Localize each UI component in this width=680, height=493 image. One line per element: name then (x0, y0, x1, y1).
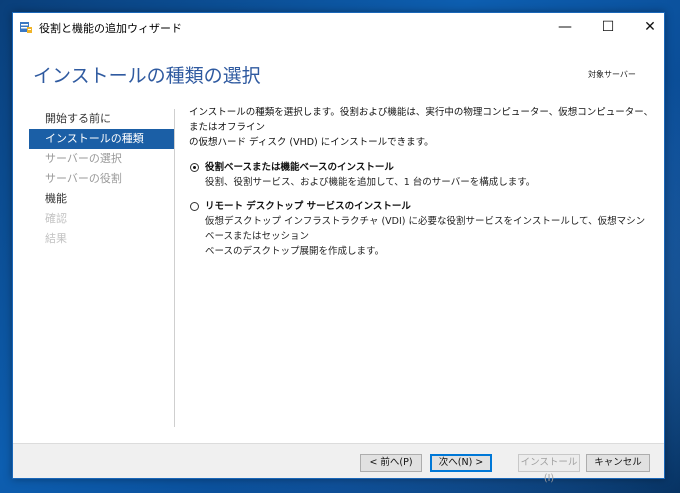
remote-desktop-radio[interactable] (190, 202, 199, 211)
cancel-button[interactable]: キャンセル (586, 454, 650, 472)
button-bar: < 前へ(P) 次へ(N) > インストール(I) キャンセル (13, 443, 664, 484)
intro-line: の仮想ハード ディスク (VHD) にインストールできます。 (189, 137, 434, 148)
nav-item-features[interactable]: 機能 (29, 189, 174, 209)
nav-item-confirmation: 確認 (45, 212, 67, 225)
role-based-radio[interactable] (190, 163, 199, 172)
wizard-window: 役割と機能の追加ウィザード — ☐ ✕ インストールの種類の選択 対象サーバー … (12, 12, 665, 484)
nav-divider (174, 109, 175, 427)
install-button: インストール(I) (518, 454, 580, 484)
nav-item-results: 結果 (45, 232, 67, 245)
target-server-label: 対象サーバー (588, 70, 636, 79)
nav-item-server-roles: サーバーの役割 (45, 172, 122, 185)
minimize-button[interactable]: — (548, 13, 582, 41)
title-bar[interactable]: 役割と機能の追加ウィザード — ☐ ✕ (13, 13, 664, 41)
option-description: 仮想デスクトップ インフラストラクチャ (VDI) に必要な役割サービスをインス… (205, 216, 646, 242)
page-title: インストールの種類の選択 (33, 65, 261, 87)
window-title: 役割と機能の追加ウィザード (39, 22, 182, 35)
wizard-step-nav: 開始する前に インストールの種類 サーバーの選択 サーバーの役割 機能 確認 結… (29, 109, 174, 249)
intro-line: インストールの種類を選択します。役割および機能は、実行中の物理コンピューター、仮… (189, 107, 654, 133)
option-description: 役割、役割サービス、および機能を追加して、1 台のサーバーを構成します。 (205, 177, 536, 188)
next-button[interactable]: 次へ(N) > (430, 454, 492, 472)
nav-item-installation-type[interactable]: インストールの種類 (29, 129, 174, 149)
maximize-button[interactable]: ☐ (591, 13, 625, 41)
option-title[interactable]: 役割ベースまたは機能ベースのインストール (205, 161, 654, 175)
option-role-based[interactable]: 役割ベースまたは機能ベースのインストール 役割、役割サービス、および機能を追加し… (189, 161, 654, 190)
option-title[interactable]: リモート デスクトップ サービスのインストール (205, 200, 654, 214)
nav-item-server-selection: サーバーの選択 (45, 152, 122, 165)
previous-button[interactable]: < 前へ(P) (360, 454, 422, 472)
server-manager-icon (20, 22, 32, 33)
option-description: ベースのデスクトップ展開を作成します。 (205, 246, 385, 257)
option-remote-desktop[interactable]: リモート デスクトップ サービスのインストール 仮想デスクトップ インフラストラ… (189, 200, 654, 259)
close-button[interactable]: ✕ (633, 13, 667, 41)
intro-text: インストールの種類を選択します。役割および機能は、実行中の物理コンピューター、仮… (189, 105, 654, 150)
content-panel: インストールの種類を選択します。役割および機能は、実行中の物理コンピューター、仮… (189, 105, 654, 269)
nav-item-before-you-begin[interactable]: 開始する前に (29, 109, 174, 129)
